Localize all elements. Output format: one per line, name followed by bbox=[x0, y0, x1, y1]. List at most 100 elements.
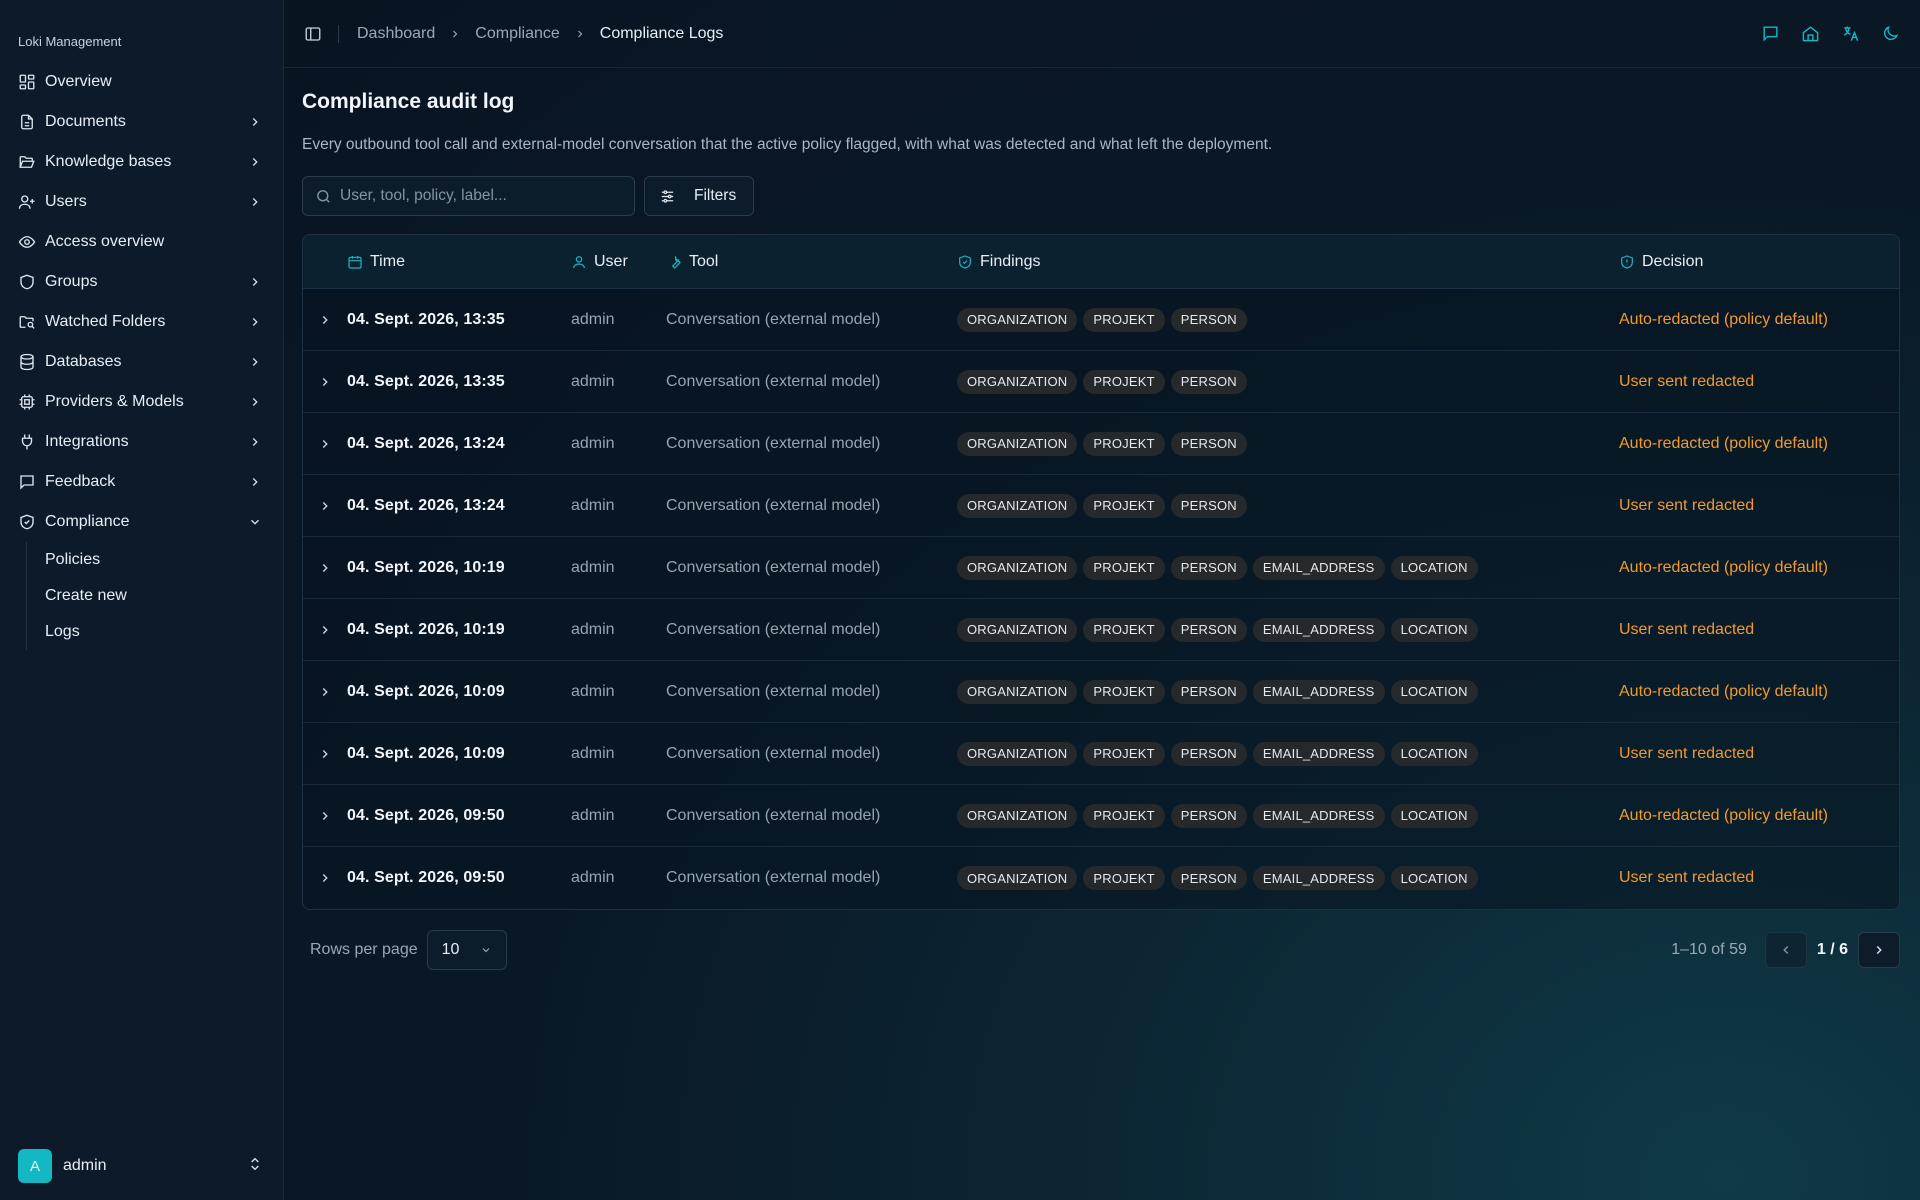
table-row[interactable]: 04. Sept. 2026, 13:24 admin Conversation (… bbox=[303, 475, 1899, 537]
column-header-findings[interactable]: Findings bbox=[957, 253, 1619, 271]
expand-row-chevron-icon[interactable] bbox=[303, 809, 347, 823]
breadcrumb-compliance-logs: Compliance Logs bbox=[599, 24, 724, 42]
expand-row-chevron-icon[interactable] bbox=[303, 747, 347, 761]
table-row[interactable]: 04. Sept. 2026, 09:50 admin Conversation (… bbox=[303, 785, 1899, 847]
divider bbox=[338, 24, 339, 43]
cell-user: admin bbox=[571, 744, 615, 762]
sidebar-subitem-policies[interactable]: Policies bbox=[45, 542, 283, 578]
column-header-decision[interactable]: Decision bbox=[1619, 253, 1899, 271]
column-header-time[interactable]: Time bbox=[347, 253, 571, 271]
breadcrumb-dashboard[interactable]: Dashboard bbox=[357, 25, 435, 43]
message-square-icon bbox=[18, 473, 36, 491]
table-body: 04. Sept. 2026, 13:35 admin Conversation (… bbox=[303, 289, 1899, 909]
expand-row-chevron-icon[interactable] bbox=[303, 437, 347, 451]
table-row[interactable]: 04. Sept. 2026, 13:35 admin Conversation (… bbox=[303, 351, 1899, 413]
chevron-right-icon bbox=[247, 394, 263, 410]
expand-row-chevron-icon[interactable] bbox=[303, 871, 347, 885]
chevron-right-icon bbox=[247, 154, 263, 170]
sidebar-item-label: Databases bbox=[45, 353, 122, 370]
table-row[interactable]: 04. Sept. 2026, 09:50 admin Conversation (… bbox=[303, 847, 1899, 909]
sidebar-item-databases[interactable]: Databases bbox=[0, 342, 283, 382]
sidebar-item-access-overview[interactable]: Access overview bbox=[0, 222, 283, 262]
sidebar-item-groups[interactable]: Groups bbox=[0, 262, 283, 302]
column-header-tool[interactable]: Tool bbox=[666, 253, 957, 271]
sidebar-item-knowledge-bases[interactable]: Knowledge bases bbox=[0, 142, 283, 182]
sidebar-item-feedback[interactable]: Feedback bbox=[0, 462, 283, 502]
cell-tool: Conversation (external model) bbox=[666, 620, 881, 638]
finding-tag: PERSON bbox=[1170, 493, 1247, 518]
expand-row-chevron-icon[interactable] bbox=[303, 313, 347, 327]
filters-label: Filters bbox=[694, 187, 737, 204]
sidebar-brand: Loki Management bbox=[18, 34, 122, 49]
expand-row-chevron-icon[interactable] bbox=[303, 375, 347, 389]
chevron-right-icon bbox=[247, 434, 263, 450]
sidebar-item-label: Providers & Models bbox=[45, 393, 184, 410]
chevron-right-icon bbox=[247, 474, 263, 490]
sidebar-item-label: Access overview bbox=[45, 233, 165, 250]
sidebar-item-compliance[interactable]: Compliance bbox=[0, 502, 283, 542]
cell-time: 04. Sept. 2026, 13:35 bbox=[347, 372, 505, 390]
sidebar-item-watched-folders[interactable]: Watched Folders bbox=[0, 302, 283, 342]
search-input[interactable] bbox=[340, 187, 622, 205]
sidebar-item-users[interactable]: Users bbox=[0, 182, 283, 222]
user-menu-button[interactable]: A admin bbox=[18, 1148, 263, 1184]
sidebar-item-label: Groups bbox=[45, 273, 98, 290]
finding-tag: ORGANIZATION bbox=[957, 431, 1078, 456]
toggle-sidebar-button[interactable] bbox=[302, 23, 324, 45]
cell-decision: User sent redacted bbox=[1619, 620, 1755, 638]
toolbar: Filters bbox=[302, 176, 1902, 216]
finding-tag: PROJEKT bbox=[1083, 803, 1165, 828]
expand-row-chevron-icon[interactable] bbox=[303, 623, 347, 637]
cell-time: 04. Sept. 2026, 10:19 bbox=[347, 620, 505, 638]
finding-tag: PERSON bbox=[1170, 679, 1247, 704]
sidebar-item-integrations[interactable]: Integrations bbox=[0, 422, 283, 462]
table-row[interactable]: 04. Sept. 2026, 10:19 admin Conversation (… bbox=[303, 599, 1899, 661]
table-row[interactable]: 04. Sept. 2026, 10:09 admin Conversation (… bbox=[303, 661, 1899, 723]
rows-per-page-select[interactable]: 10 bbox=[426, 930, 507, 970]
sidebar-item-documents[interactable]: Documents bbox=[0, 102, 283, 142]
sidebar-item-providers-models[interactable]: Providers & Models bbox=[0, 382, 283, 422]
cell-findings: ORGANIZATION PROJEKT PERSON EMAIL_ADDRESS LO… bbox=[957, 617, 1619, 642]
chevron-right-icon bbox=[1876, 946, 1882, 954]
table-row[interactable]: 04. Sept. 2026, 13:35 admin Conversation (… bbox=[303, 289, 1899, 351]
finding-tag: PROJEKT bbox=[1083, 741, 1165, 766]
table-row[interactable]: 04. Sept. 2026, 13:24 admin Conversation (… bbox=[303, 413, 1899, 475]
column-label: User bbox=[594, 252, 628, 270]
language-button[interactable] bbox=[1840, 24, 1860, 44]
expand-row-chevron-icon[interactable] bbox=[303, 685, 347, 699]
finding-tag: EMAIL_ADDRESS bbox=[1252, 803, 1385, 828]
cell-tool: Conversation (external model) bbox=[666, 496, 881, 514]
cell-findings: ORGANIZATION PROJEKT PERSON bbox=[957, 431, 1619, 456]
sidebar-item-label: Documents bbox=[45, 113, 126, 130]
cell-user: admin bbox=[571, 869, 615, 886]
table-row[interactable]: 04. Sept. 2026, 10:09 admin Conversation (… bbox=[303, 723, 1899, 785]
home-icon bbox=[1802, 26, 1818, 42]
page-title: Compliance audit log bbox=[302, 90, 515, 113]
breadcrumb-compliance[interactable]: Compliance bbox=[475, 25, 559, 43]
expand-row-chevron-icon[interactable] bbox=[303, 499, 347, 513]
previous-page-button[interactable] bbox=[1764, 932, 1807, 968]
cell-decision: Auto-redacted (policy default) bbox=[1619, 434, 1828, 452]
chevron-right-icon bbox=[449, 28, 461, 40]
feedback-button[interactable] bbox=[1760, 24, 1780, 44]
filters-button[interactable]: Filters bbox=[644, 176, 754, 216]
sidebar-subitem-create-new[interactable]: Create new bbox=[45, 578, 283, 614]
table-row[interactable]: 04. Sept. 2026, 10:19 admin Conversation (… bbox=[303, 537, 1899, 599]
cell-time: 04. Sept. 2026, 10:09 bbox=[347, 682, 505, 700]
pagination: Rows per page 10 1–10 of 59 1 / 6 bbox=[302, 930, 1900, 970]
finding-tag: ORGANIZATION bbox=[957, 307, 1078, 332]
next-page-button[interactable] bbox=[1858, 932, 1900, 968]
sidebar-item-overview[interactable]: Overview bbox=[0, 62, 283, 102]
cell-findings: ORGANIZATION PROJEKT PERSON EMAIL_ADDRESS LO… bbox=[957, 741, 1619, 766]
sidebar-subitem-logs[interactable]: Logs bbox=[45, 614, 283, 650]
column-header-user[interactable]: User bbox=[571, 253, 666, 271]
page-description: Every outbound tool call and external-mo… bbox=[302, 136, 1273, 153]
cell-time: 04. Sept. 2026, 09:50 bbox=[347, 869, 505, 886]
home-button[interactable] bbox=[1800, 24, 1820, 44]
finding-tag: PROJEKT bbox=[1083, 307, 1165, 332]
user-icon bbox=[573, 255, 585, 268]
sidebar-item-label: Watched Folders bbox=[45, 313, 166, 330]
theme-toggle-button[interactable] bbox=[1880, 24, 1900, 44]
expand-row-chevron-icon[interactable] bbox=[303, 561, 347, 575]
page-indicator: 1 / 6 bbox=[1816, 941, 1848, 958]
